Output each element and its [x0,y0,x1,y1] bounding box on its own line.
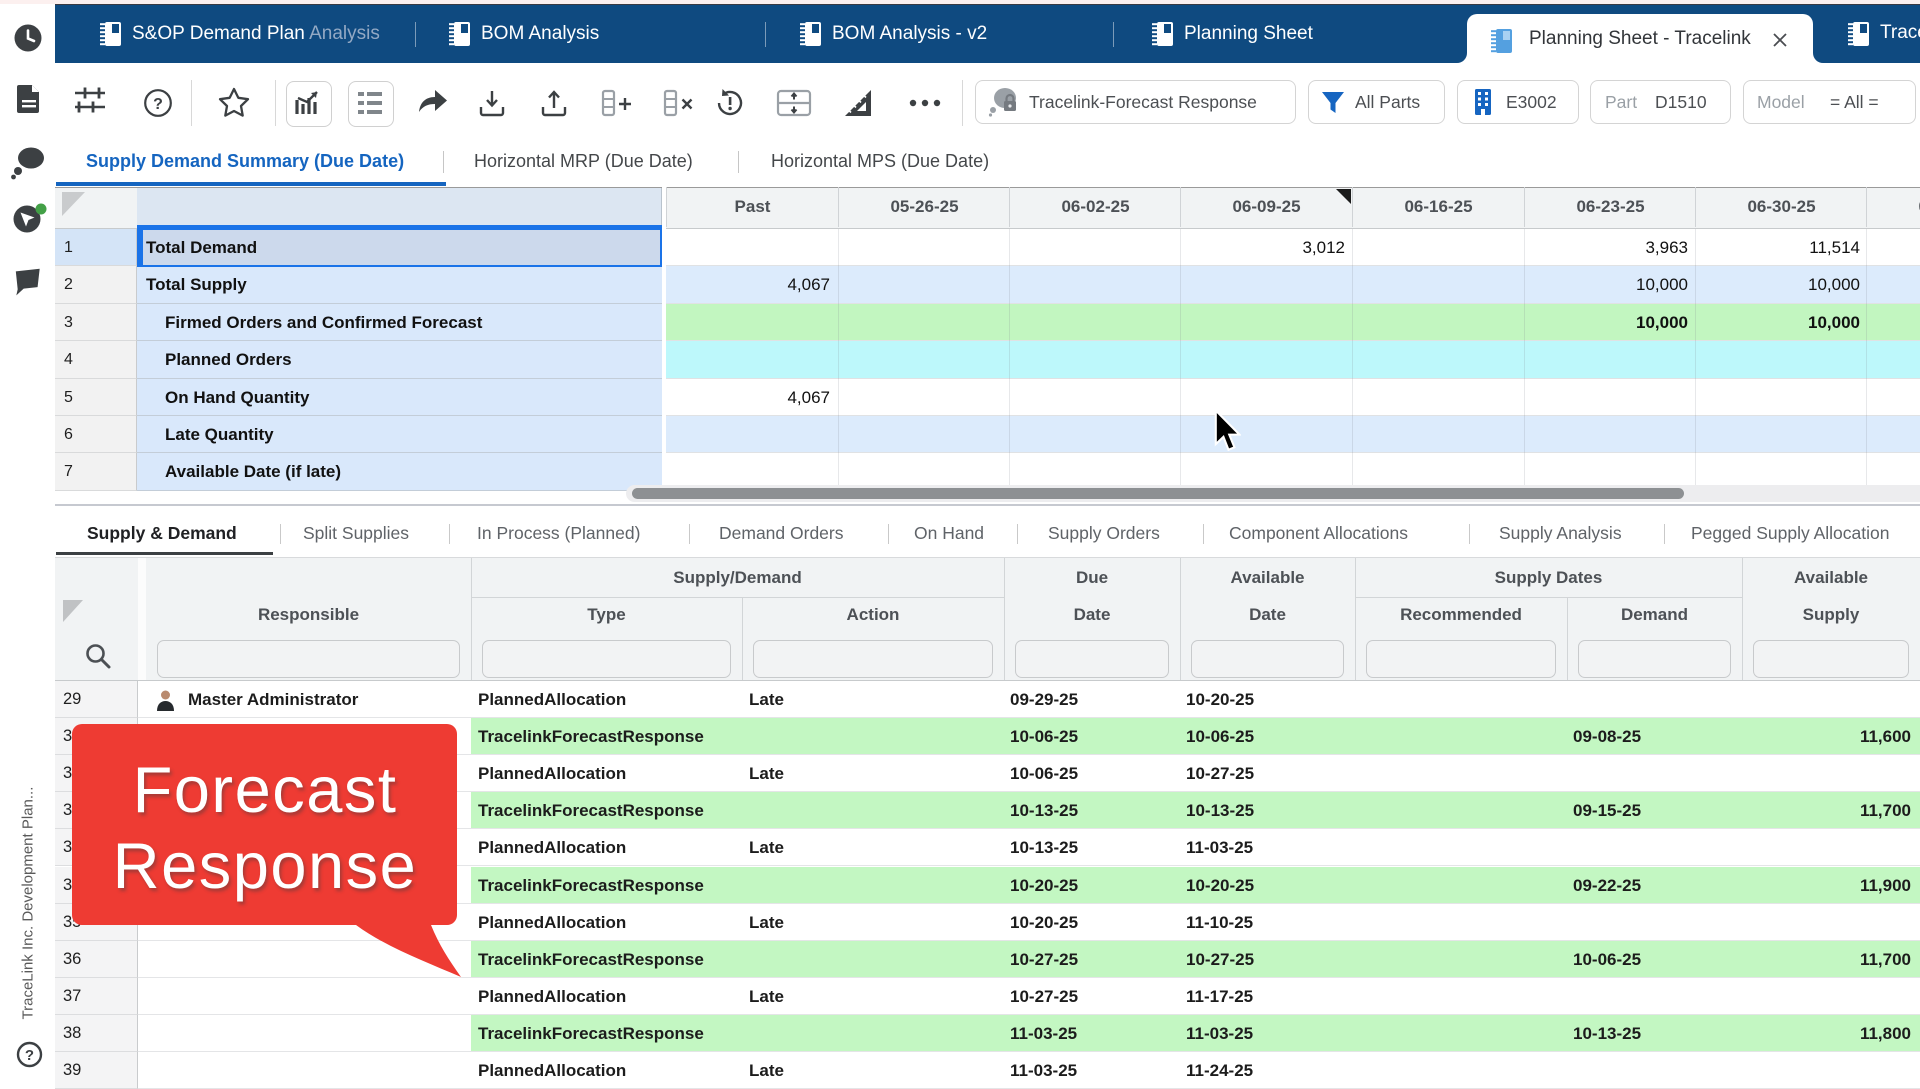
svg-text:?: ? [25,1047,34,1064]
svg-text:?: ? [153,96,163,113]
